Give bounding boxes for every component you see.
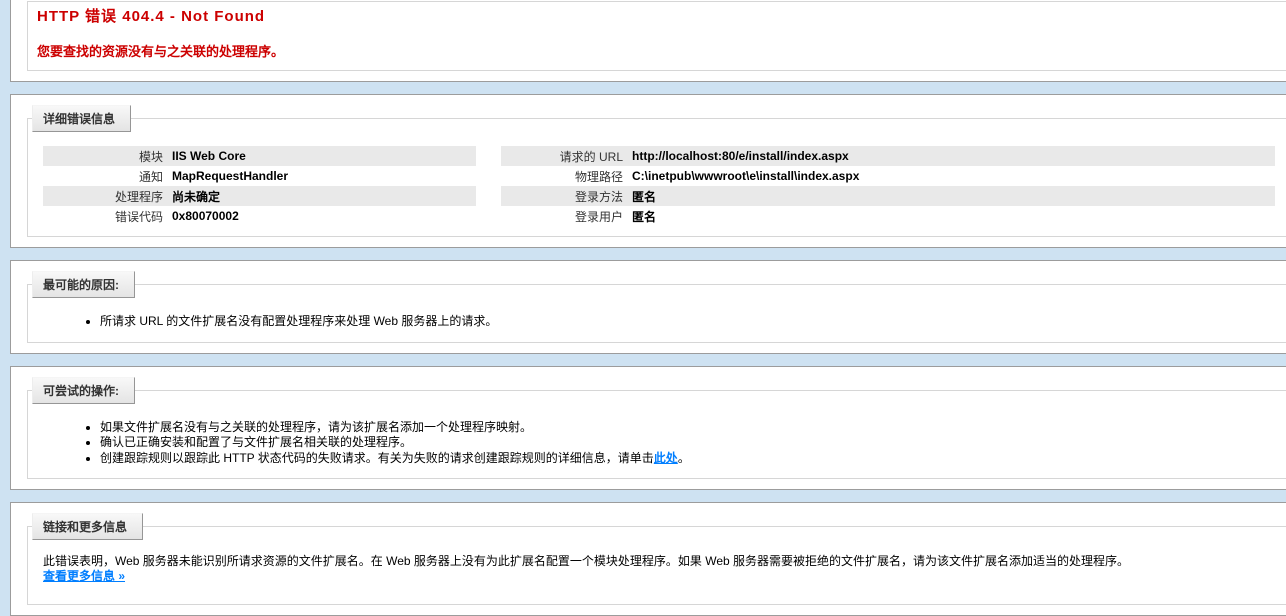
detail-value: 0x80070002 (171, 206, 476, 226)
detail-label: 登录方法 (501, 186, 631, 206)
detailed-error-legend: 详细错误信息 (32, 105, 131, 132)
list-item: 所请求 URL 的文件扩展名没有配置处理程序来处理 Web 服务器上的请求。 (100, 314, 1286, 330)
things-to-try-container: 可尝试的操作: 如果文件扩展名没有与之关联的处理程序，请为该扩展名添加一个处理程… (10, 366, 1286, 491)
list-item-suffix: 。 (678, 451, 690, 465)
table-row: 模块 IIS Web Core (43, 146, 476, 166)
list-item-text: 创建跟踪规则以跟踪此 HTTP 状态代码的失败请求。有关为失败的请求创建跟踪规则… (100, 451, 654, 465)
here-link[interactable]: 此处 (654, 451, 678, 465)
list-item: 创建跟踪规则以跟踪此 HTTP 状态代码的失败请求。有关为失败的请求创建跟踪规则… (100, 451, 1286, 467)
likely-causes-fieldset: 最可能的原因: 所请求 URL 的文件扩展名没有配置处理程序来处理 Web 服务… (27, 271, 1286, 343)
error-summary-container: HTTP 错误 404.4 - Not Found 您要查找的资源没有与之关联的… (10, 0, 1286, 82)
page-title: HTTP 错误 404.4 - Not Found (37, 5, 1286, 26)
things-to-try-fieldset: 可尝试的操作: 如果文件扩展名没有与之关联的处理程序，请为该扩展名添加一个处理程… (27, 377, 1286, 480)
error-summary-fieldset: HTTP 错误 404.4 - Not Found 您要查找的资源没有与之关联的… (27, 1, 1286, 71)
details-right-table: 请求的 URL http://localhost:80/e/install/in… (501, 146, 1275, 226)
detail-label: 错误代码 (43, 206, 171, 226)
likely-causes-legend: 最可能的原因: (32, 271, 135, 298)
table-row: 请求的 URL http://localhost:80/e/install/in… (501, 146, 1275, 166)
detail-label: 物理路径 (501, 166, 631, 186)
more-info-container: 链接和更多信息 此错误表明，Web 服务器未能识别所请求资源的文件扩展名。在 W… (10, 502, 1286, 616)
table-row: 登录用户 匿名 (501, 206, 1275, 226)
more-info-legend: 链接和更多信息 (32, 513, 143, 540)
likely-causes-container: 最可能的原因: 所请求 URL 的文件扩展名没有配置处理程序来处理 Web 服务… (10, 260, 1286, 354)
detail-label: 处理程序 (43, 186, 171, 206)
more-info-link-line: 查看更多信息 » (43, 569, 1286, 584)
error-description: 您要查找的资源没有与之关联的处理程序。 (37, 41, 1286, 60)
detail-label: 登录用户 (501, 206, 631, 226)
table-row: 错误代码 0x80070002 (43, 206, 476, 226)
detail-value: 尚未确定 (171, 186, 476, 206)
table-row: 登录方法 匿名 (501, 186, 1275, 206)
things-to-try-list: 如果文件扩展名没有与之关联的处理程序，请为该扩展名添加一个处理程序映射。 确认已… (43, 420, 1286, 467)
detail-label: 模块 (43, 146, 171, 166)
detailed-error-fieldset: 详细错误信息 模块 IIS Web Core 通知 MapRequestHand… (27, 105, 1286, 237)
table-row: 物理路径 C:\inetpub\wwwroot\e\install\index.… (501, 166, 1275, 186)
things-to-try-legend: 可尝试的操作: (32, 377, 135, 404)
detail-value: MapRequestHandler (171, 166, 476, 186)
list-item: 确认已正确安装和配置了与文件扩展名相关联的处理程序。 (100, 435, 1286, 451)
view-more-info-link[interactable]: 查看更多信息 » (43, 569, 125, 583)
detail-value: IIS Web Core (171, 146, 476, 166)
detail-label: 通知 (43, 166, 171, 186)
likely-causes-list: 所请求 URL 的文件扩展名没有配置处理程序来处理 Web 服务器上的请求。 (43, 314, 1286, 330)
table-row: 通知 MapRequestHandler (43, 166, 476, 186)
detail-label: 请求的 URL (501, 146, 631, 166)
error-page: HTTP 错误 404.4 - Not Found 您要查找的资源没有与之关联的… (0, 0, 1286, 616)
detail-value: http://localhost:80/e/install/index.aspx (631, 146, 1275, 166)
detail-value: 匿名 (631, 186, 1275, 206)
detailed-error-container: 详细错误信息 模块 IIS Web Core 通知 MapRequestHand… (10, 94, 1286, 248)
more-info-fieldset: 链接和更多信息 此错误表明，Web 服务器未能识别所请求资源的文件扩展名。在 W… (27, 513, 1286, 605)
details-left-table: 模块 IIS Web Core 通知 MapRequestHandler 处理程… (43, 146, 476, 226)
detail-value: 匿名 (631, 206, 1275, 226)
details-columns: 模块 IIS Web Core 通知 MapRequestHandler 处理程… (43, 146, 1286, 226)
detail-value: C:\inetpub\wwwroot\e\install\index.aspx (631, 166, 1275, 186)
table-row: 处理程序 尚未确定 (43, 186, 476, 206)
list-item: 如果文件扩展名没有与之关联的处理程序，请为该扩展名添加一个处理程序映射。 (100, 420, 1286, 436)
